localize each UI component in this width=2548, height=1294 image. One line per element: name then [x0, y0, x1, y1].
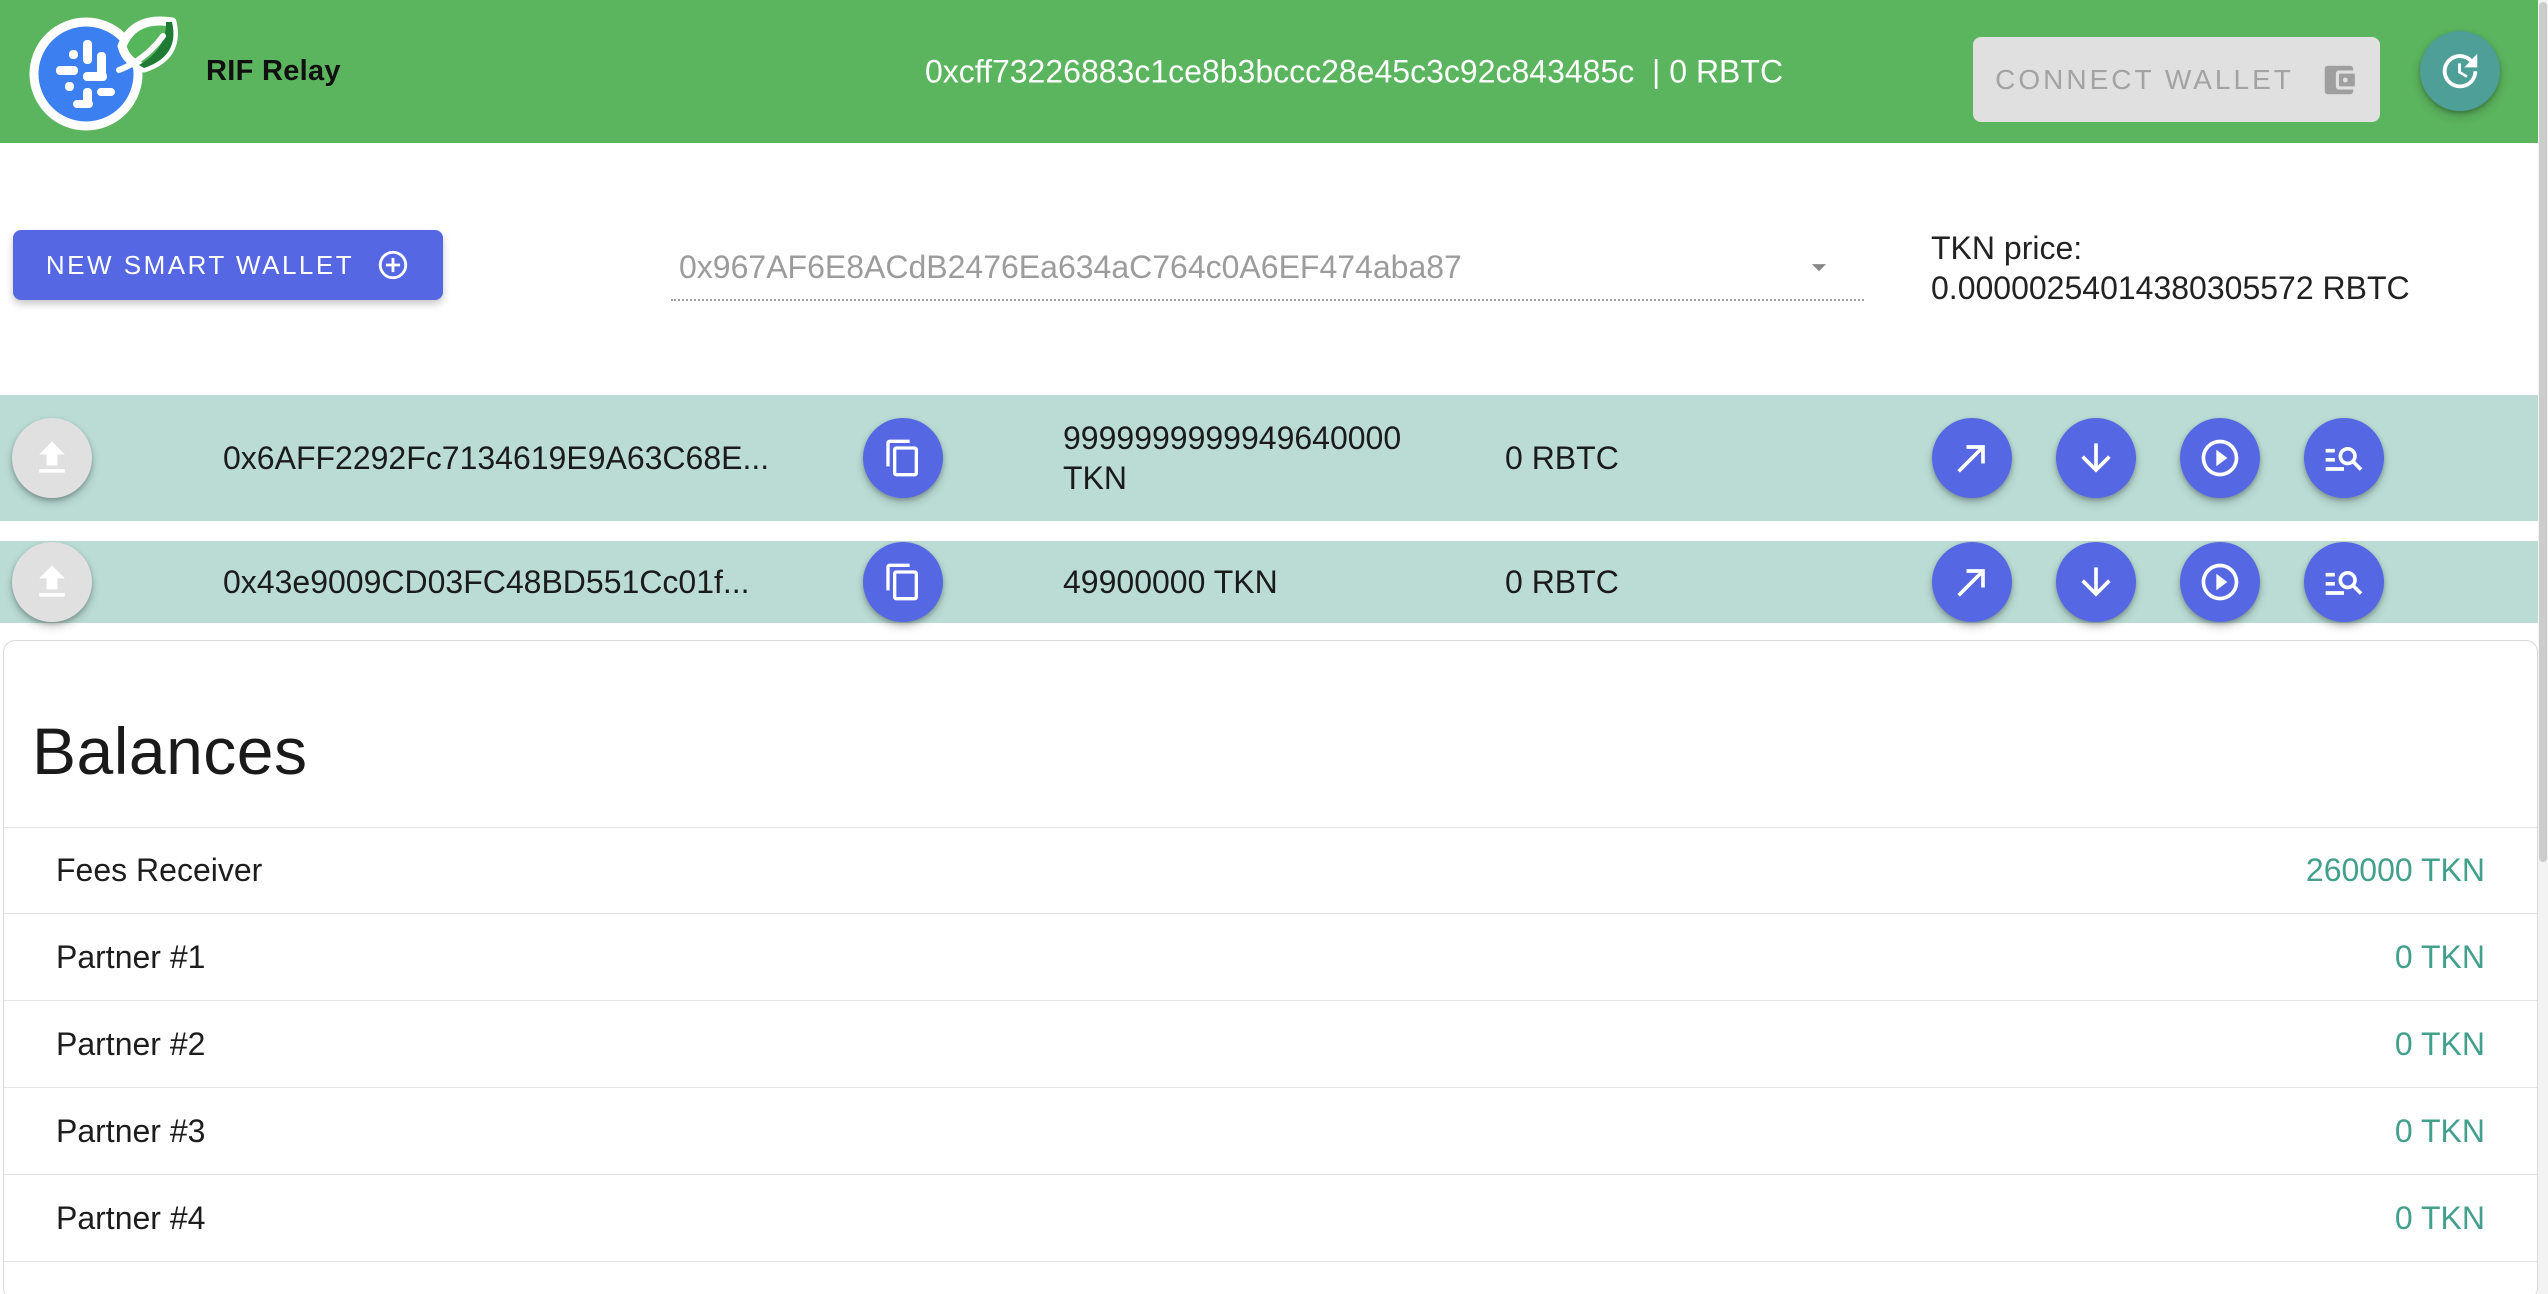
- arrow-down-icon: [2074, 560, 2118, 604]
- smart-wallet-select-value: 0x967AF6E8ACdB2476Ea634aC764c0A6EF474aba…: [679, 249, 1802, 286]
- balance-value: 260000 TKN: [2306, 852, 2485, 889]
- balances-title: Balances: [4, 641, 2537, 789]
- balance-value: 0 TKN: [2395, 1026, 2485, 1063]
- balance-row-fees-receiver: Fees Receiver 260000 TKN: [4, 827, 2537, 914]
- balances-card: Balances Fees Receiver 260000 TKN Partne…: [3, 640, 2538, 1294]
- balances-list: Fees Receiver 260000 TKN Partner #1 0 TK…: [4, 827, 2537, 1262]
- wallet-token-balance: 49900000 TKN: [1063, 562, 1463, 602]
- arrow-up-right-icon: [1950, 436, 1994, 480]
- rif-relay-page: RIF Relay 0xcff73226883c1ce8b3bccc28e45c…: [0, 0, 2548, 1294]
- balance-row-partner-1: Partner #1 0 TKN: [4, 914, 2537, 1001]
- connect-wallet-button[interactable]: CONNECT WALLET: [1973, 37, 2380, 122]
- copy-address-button[interactable]: [863, 542, 943, 622]
- app-header: RIF Relay 0xcff73226883c1ce8b3bccc28e45c…: [0, 0, 2548, 143]
- connect-wallet-label: CONNECT WALLET: [1995, 64, 2294, 96]
- manage-search-icon: [2322, 436, 2366, 480]
- refresh-button[interactable]: [2420, 31, 2500, 111]
- balance-label: Partner #3: [56, 1113, 205, 1150]
- scrollbar-thumb[interactable]: [2539, 2, 2547, 862]
- receive-button[interactable]: [2056, 418, 2136, 498]
- arrow-up-right-icon: [1950, 560, 1994, 604]
- balance-label: Partner #1: [56, 939, 205, 976]
- play-circle-icon: [2198, 560, 2242, 604]
- arrow-down-icon: [2074, 436, 2118, 480]
- upload-icon: [30, 436, 74, 480]
- transfer-button[interactable]: [1932, 418, 2012, 498]
- caret-down-icon: [1802, 250, 1836, 284]
- balance-label: Partner #2: [56, 1026, 205, 1063]
- wallet-rbtc-balance: 0 RBTC: [1505, 440, 1619, 477]
- add-circle-icon: [376, 248, 410, 282]
- smart-wallet-row: 0x6AFF2292Fc7134619E9A63C68E... 99999999…: [0, 395, 2548, 521]
- receive-button[interactable]: [2056, 542, 2136, 622]
- new-smart-wallet-label: NEW SMART WALLET: [46, 250, 354, 281]
- balance-label: Fees Receiver: [56, 852, 262, 889]
- upload-icon: [30, 560, 74, 604]
- wallet-toolbar: NEW SMART WALLET 0x967AF6E8ACdB2476Ea634…: [0, 143, 2548, 395]
- smart-wallet-select[interactable]: 0x967AF6E8ACdB2476Ea634aC764c0A6EF474aba…: [671, 235, 1864, 301]
- wallet-actions: [1932, 542, 2384, 622]
- balance-value: 0 TKN: [2395, 939, 2485, 976]
- scrollbar-track: [2538, 0, 2548, 1294]
- balance-row-partner-4: Partner #4 0 TKN: [4, 1175, 2537, 1262]
- copy-icon: [883, 438, 923, 478]
- balance-row-partner-2: Partner #2 0 TKN: [4, 1001, 2537, 1088]
- update-clock-icon: [2437, 48, 2483, 94]
- wallet-address: 0x6AFF2292Fc7134619E9A63C68E...: [223, 440, 859, 477]
- token-price: TKN price: 0.00000254014380305572 RBTC: [1931, 228, 2410, 308]
- execute-button[interactable]: [2180, 418, 2260, 498]
- smart-wallet-row: 0x43e9009CD03FC48BD551Cc01f... 49900000 …: [0, 541, 2548, 623]
- transfer-button[interactable]: [1932, 542, 2012, 622]
- new-smart-wallet-button[interactable]: NEW SMART WALLET: [13, 230, 443, 300]
- deploy-wallet-button[interactable]: [12, 542, 92, 622]
- copy-address-button[interactable]: [863, 418, 943, 498]
- execute-button[interactable]: [2180, 542, 2260, 622]
- wallet-address: 0x43e9009CD03FC48BD551Cc01f...: [223, 564, 859, 601]
- token-price-value: 0.00000254014380305572 RBTC: [1931, 268, 2410, 308]
- inspect-button[interactable]: [2304, 542, 2384, 622]
- manage-search-icon: [2322, 560, 2366, 604]
- wallet-actions: [1932, 418, 2384, 498]
- copy-icon: [883, 562, 923, 602]
- inspect-button[interactable]: [2304, 418, 2384, 498]
- wallet-rbtc-balance: 0 RBTC: [1505, 564, 1619, 601]
- play-circle-icon: [2198, 436, 2242, 480]
- balance-value: 0 TKN: [2395, 1200, 2485, 1237]
- deploy-wallet-button[interactable]: [12, 418, 92, 498]
- wallet-token-balance: 9999999999949640000 TKN: [1063, 418, 1463, 498]
- wallet-icon: [2320, 61, 2358, 99]
- balance-row-partner-3: Partner #3 0 TKN: [4, 1088, 2537, 1175]
- balance-value: 0 TKN: [2395, 1113, 2485, 1150]
- token-price-label: TKN price:: [1931, 228, 2410, 268]
- balance-label: Partner #4: [56, 1200, 205, 1237]
